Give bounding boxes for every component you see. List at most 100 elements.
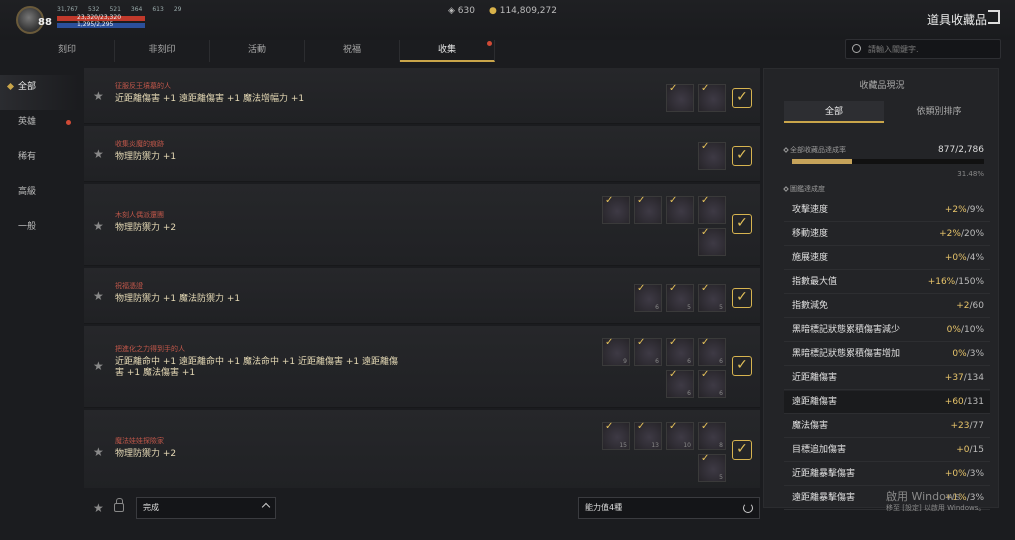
item-slot[interactable] (698, 227, 726, 256)
collection-title: 征服反王墳墓的人 (115, 82, 171, 90)
stat-max: /3% (966, 469, 984, 479)
tab-by-category[interactable]: 依類別排序 (888, 101, 990, 123)
stat-name: 移動速度 (792, 229, 829, 239)
stat-current: +0% (944, 253, 967, 263)
collection-status-panel: 收藏品現況 全部 依類別排序 全部收藏品達成率 877/2,786 31.48%… (763, 68, 999, 510)
star-icon[interactable]: ★ (93, 90, 105, 102)
collection-row[interactable]: ★ 祝福憑證 物理防禦力 +1 魔法防禦力 +1 6 5 5 ✓ (84, 268, 760, 324)
stat-current: +2 (956, 301, 970, 311)
item-slot[interactable]: 13 (634, 421, 662, 450)
sidebar-item-hero[interactable]: 英雄 (0, 110, 78, 145)
item-slot[interactable]: 15 (602, 421, 630, 450)
item-count: 9 (623, 358, 627, 365)
complete-check-icon[interactable]: ✓ (732, 440, 752, 460)
item-slot[interactable]: 6 (634, 337, 662, 366)
tab-blessing[interactable]: 祝福 (305, 40, 400, 62)
lock-icon[interactable] (114, 498, 124, 512)
item-slot[interactable] (666, 195, 694, 224)
refresh-icon[interactable] (743, 503, 753, 513)
tab-non-engraved[interactable]: 非刻印 (115, 40, 210, 62)
sidebar-item-rare[interactable]: 稀有 (0, 145, 78, 180)
collection-row[interactable]: ★ 把進化之力得到手的人 近距離命中 +1 遠距離命中 +1 魔法命中 +1 近… (84, 326, 760, 408)
sidebar-item-common[interactable]: 一般 (0, 215, 78, 250)
item-slots (696, 141, 726, 170)
item-slot[interactable]: 6 (634, 283, 662, 312)
stat-value: 0%/3% (952, 343, 984, 366)
stat-name: 黑暗標記狀態累積傷害增加 (792, 349, 901, 359)
item-count: 5 (719, 304, 723, 311)
tab-all[interactable]: 全部 (784, 101, 884, 123)
stat-value: +2%/9% (945, 199, 984, 222)
item-slots: 15 13 10 8 5 (596, 421, 726, 482)
tab-engraved[interactable]: 刻印 (20, 40, 115, 62)
collection-row[interactable]: ★ 木刻人偶派還團 物理防禦力 +2 ✓ (84, 184, 760, 266)
top-bar: 88 31,767 532 521 364 613 29 23,320/23,3… (0, 0, 1015, 40)
coin-icon: ● (488, 6, 497, 16)
collection-effect: 物理防禦力 +2 (115, 449, 177, 459)
stat-current: +37 (944, 373, 964, 383)
item-slot[interactable] (602, 195, 630, 224)
exit-button[interactable] (988, 10, 1000, 24)
search-icon (852, 44, 861, 53)
item-slot[interactable]: 6 (666, 369, 694, 398)
item-slot[interactable]: 9 (602, 337, 630, 366)
stat-row: 遠距離傷害 +60/131 (784, 391, 990, 414)
collection-row[interactable]: ★ 魔法娃娃探險家 物理防禦力 +2 15 13 10 8 5 ✓ (84, 410, 760, 488)
status-filter-dropdown[interactable]: 完成 (136, 497, 276, 519)
item-slot[interactable]: 6 (666, 337, 694, 366)
star-icon[interactable]: ★ (93, 148, 105, 160)
star-icon[interactable]: ★ (93, 220, 105, 232)
collection-effect: 物理防禦力 +1 (115, 152, 177, 162)
character-level: 88 (38, 17, 52, 28)
stat-value: 613 (152, 6, 164, 13)
stat-max: /4% (966, 253, 984, 263)
star-icon[interactable]: ★ (93, 446, 105, 458)
tab-event[interactable]: 活動 (210, 40, 305, 62)
item-slot[interactable]: 5 (698, 453, 726, 482)
item-count: 6 (655, 358, 659, 365)
item-count: 5 (719, 474, 723, 481)
complete-check-icon[interactable]: ✓ (732, 356, 752, 376)
complete-check-icon[interactable]: ✓ (732, 88, 752, 108)
item-slot[interactable]: 6 (698, 337, 726, 366)
stat-value: +0%/4% (945, 247, 984, 270)
item-slot[interactable] (666, 83, 694, 112)
tab-collection[interactable]: 收集 (400, 40, 495, 62)
complete-check-icon[interactable]: ✓ (732, 288, 752, 308)
item-slots (596, 195, 726, 256)
star-icon[interactable]: ★ (93, 360, 105, 372)
star-icon[interactable]: ★ (93, 290, 105, 302)
section-label: 圖鑑達成度 (790, 185, 825, 193)
item-slot[interactable]: 10 (666, 421, 694, 450)
item-slot[interactable] (698, 141, 726, 170)
stat-value: +0/15 (956, 439, 984, 462)
stat-current: +23 (950, 421, 970, 431)
stat-max: /150% (955, 277, 984, 287)
diamond-icon (783, 147, 789, 153)
search-input[interactable] (868, 42, 998, 56)
item-slot[interactable]: 5 (666, 283, 694, 312)
item-slot[interactable] (634, 195, 662, 224)
windows-watermark-sub: 移至 [設定] 以啟用 Windows。 (886, 504, 986, 512)
item-slot[interactable]: 5 (698, 283, 726, 312)
item-count: 6 (655, 304, 659, 311)
mp-text: 1,295/2,295 (77, 21, 114, 28)
ability-filter-dropdown[interactable]: 能力值4種 (578, 497, 760, 519)
item-slot[interactable]: 6 (698, 369, 726, 398)
stat-row: 黑暗標記狀態累積傷害減少 0%/10% (784, 319, 990, 342)
complete-check-icon[interactable]: ✓ (732, 214, 752, 234)
complete-check-icon[interactable]: ✓ (732, 146, 752, 166)
sidebar-item-advanced[interactable]: 高級 (0, 180, 78, 215)
item-count: 5 (687, 304, 691, 311)
collection-row[interactable]: ★ 收集炎魔的痕跡 物理防禦力 +1 ✓ (84, 126, 760, 182)
item-slot[interactable]: 8 (698, 421, 726, 450)
sidebar-item-all[interactable]: 全部 (0, 75, 78, 110)
stat-max: /9% (966, 205, 984, 215)
item-slot[interactable] (698, 195, 726, 224)
favorites-star-icon[interactable]: ★ (93, 501, 104, 515)
collection-row[interactable]: ★ 征服反王墳墓的人 近距離傷害 +1 遠距離傷害 +1 魔法增幅力 +1 ✓ (84, 68, 760, 124)
stat-name: 近距離暴擊傷害 (792, 469, 856, 479)
item-slot[interactable] (698, 83, 726, 112)
stat-row: 黑暗標記狀態累積傷害增加 0%/3% (784, 343, 990, 366)
stat-name: 遠距離暴擊傷害 (792, 493, 856, 503)
